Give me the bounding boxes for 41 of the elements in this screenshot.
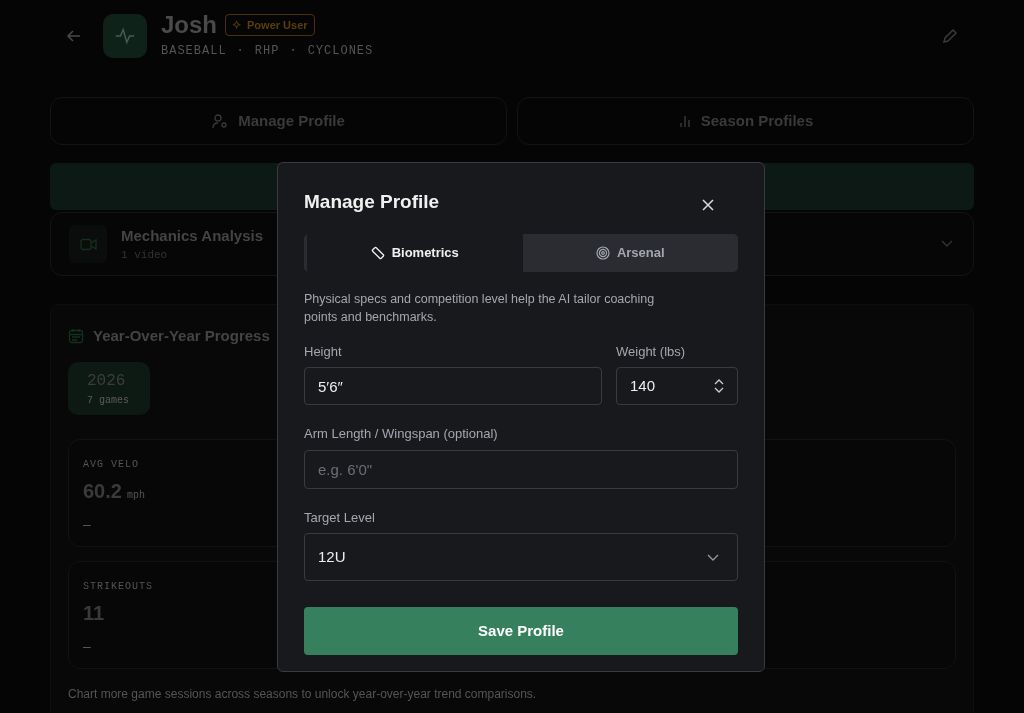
height-label: Height (304, 342, 343, 361)
sparkle-icon (232, 19, 243, 31)
stat-trend: – (83, 514, 91, 534)
subtitle-text: · (289, 43, 298, 60)
profile-tab[interactable]: Biometrics (304, 233, 523, 272)
weight-label: Weight (lbs) (616, 342, 687, 361)
bar-chart-icon (677, 114, 692, 128)
subtitle-text: RHP (254, 43, 280, 60)
user-gear-icon (212, 112, 230, 130)
video-camera-icon (79, 237, 97, 251)
ruler-icon (370, 245, 385, 260)
modal-title: Manage Profile (304, 190, 440, 214)
modal-description: Physical specs and competition level help the AI tailor coaching points and benchmarks. (304, 290, 656, 326)
power-user-badge: Power User (225, 14, 315, 36)
subtitle-text: BASEBALL (161, 43, 227, 60)
player-name: Josh (161, 12, 217, 38)
target-icon (595, 245, 610, 260)
stat-trend: – (83, 636, 91, 656)
back-arrow-icon[interactable] (66, 28, 82, 44)
stat-label: STRIKEOUTS (83, 579, 153, 594)
target-level-select[interactable]: 12U (304, 533, 738, 581)
calendar-icon (68, 328, 84, 345)
pulse-icon (114, 25, 136, 47)
subtitle-text: CYCLONES (307, 43, 374, 60)
chevron-down-icon (707, 553, 719, 561)
subtitle-text: · (236, 43, 245, 60)
weight-input[interactable]: 140 (616, 367, 738, 405)
progress-note: Chart more game sessions across seasons to unlock year-over-year trend comparisons. (68, 685, 538, 703)
stat-unit: mph (126, 488, 145, 503)
chevron-down-icon[interactable] (941, 240, 953, 248)
progress-title: Year-Over-Year Progress (93, 326, 270, 346)
save-profile-button[interactable]: Save Profile (304, 607, 738, 655)
arm-length-label: Arm Length / Wingspan (optional) (304, 425, 499, 443)
stat-label: AVG VELO (83, 457, 139, 472)
stepper-icon[interactable] (714, 378, 724, 394)
mechanics-title: Mechanics Analysis (121, 225, 263, 246)
close-icon[interactable] (702, 199, 714, 211)
arm-length-input[interactable]: e.g. 6'0" (304, 449, 738, 489)
target-level-label: Target Level (304, 508, 376, 527)
edit-pencil-icon[interactable] (941, 27, 959, 45)
height-input[interactable]: 5′6″ (304, 367, 602, 405)
